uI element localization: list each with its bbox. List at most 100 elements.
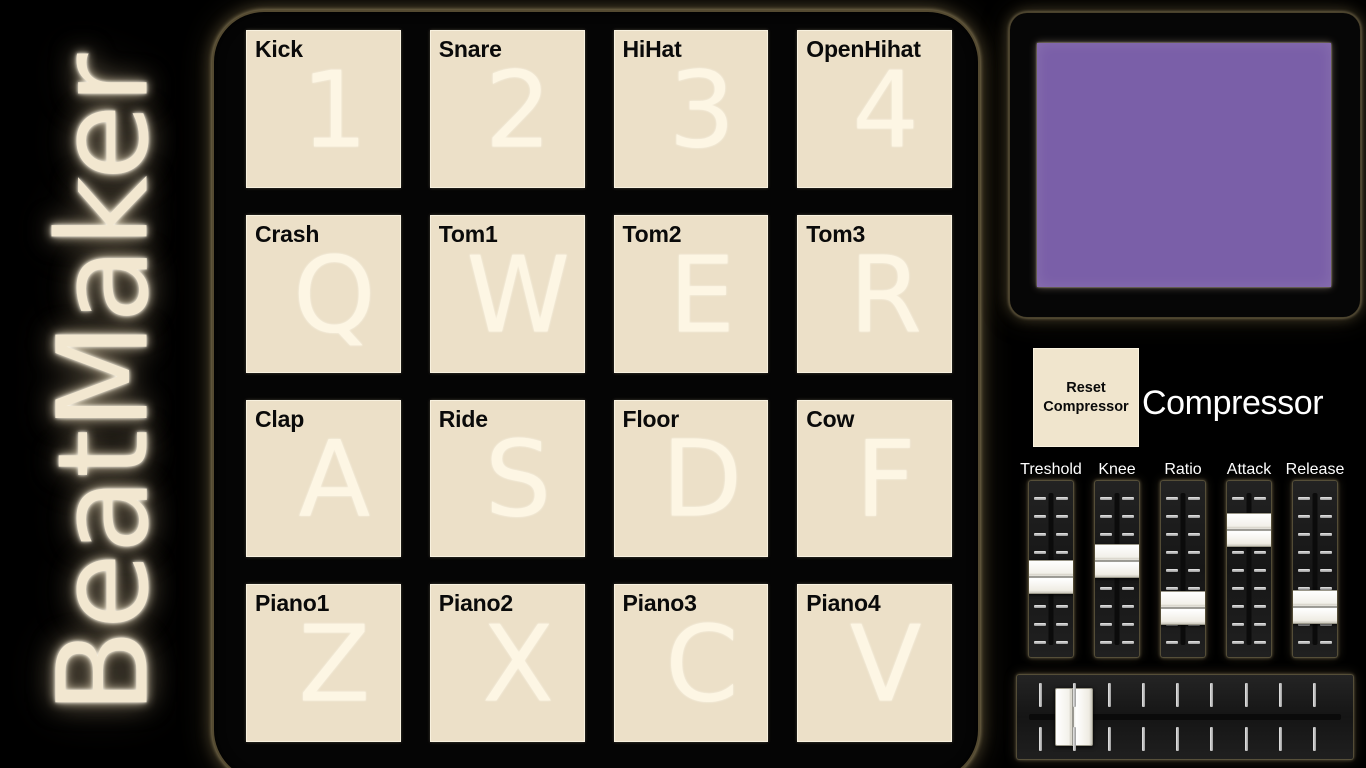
pad-piano3[interactable]: Piano3 C xyxy=(613,584,769,742)
master-slider-tick xyxy=(1210,683,1214,707)
pad-label: Cow xyxy=(806,405,855,432)
pad-snare[interactable]: Snare 2 xyxy=(429,30,585,188)
slider-tick xyxy=(1166,515,1178,518)
pad-cow[interactable]: Cow F xyxy=(797,399,952,558)
pad-key: S xyxy=(484,419,552,542)
pad-kick[interactable]: Kick 1 xyxy=(246,30,401,188)
master-slider-tick xyxy=(1244,727,1248,751)
slider-tick xyxy=(1188,641,1200,644)
slider-label: Treshold xyxy=(1020,461,1082,478)
slider-thumb-ratio[interactable] xyxy=(1161,591,1205,626)
pad-tom3[interactable]: Tom3 R xyxy=(797,214,952,373)
app-title: BeatMaker xyxy=(0,0,208,768)
slider-tick xyxy=(1034,497,1046,500)
compressor-slider-row: Treshold Knee Ratio Attack Release xyxy=(1018,462,1352,662)
master-volume-slider[interactable] xyxy=(1016,674,1354,760)
slider-cell-ratio: Ratio xyxy=(1150,462,1216,662)
slider-tick xyxy=(1166,641,1178,644)
slider-thumb-release[interactable] xyxy=(1293,589,1337,624)
slider-cell-knee: Knee xyxy=(1084,462,1150,662)
slider-thumb-knee[interactable] xyxy=(1095,544,1139,579)
reset-compressor-line2: Compressor xyxy=(1043,398,1129,415)
slider-tick xyxy=(1188,569,1200,572)
slider-tick xyxy=(1100,533,1112,536)
slider-cell-release: Release xyxy=(1282,462,1348,662)
master-slider-tick xyxy=(1210,727,1214,751)
reset-compressor-line1: Reset xyxy=(1066,379,1106,396)
pad-crash[interactable]: Crash Q xyxy=(246,214,401,373)
pad-key: 4 xyxy=(852,49,920,172)
slider-label: Ratio xyxy=(1164,461,1202,478)
pad-key: Q xyxy=(293,234,376,357)
pad-label: Kick xyxy=(255,36,303,62)
pad-key: Z xyxy=(298,603,371,726)
slider-tick xyxy=(1034,515,1046,518)
slider-cell-attack: Attack xyxy=(1216,462,1282,662)
pad-label: Ride xyxy=(438,405,488,432)
pad-label: Clap xyxy=(255,405,305,432)
master-slider-tick xyxy=(1141,683,1145,707)
beatmaker-app: BeatMaker Kick 1 Snare 2 HiHat 3 OpenHihat 4 Cra… xyxy=(0,0,1366,768)
pad-tom1[interactable]: Tom1 W xyxy=(429,214,585,373)
right-column: Reset Compressor Compressor Treshold Knee… xyxy=(1004,0,1366,768)
slider-release[interactable] xyxy=(1292,480,1338,658)
slider-tick xyxy=(1254,605,1266,608)
pad-key: C xyxy=(665,603,739,726)
pad-key: D xyxy=(661,419,743,542)
slider-tick xyxy=(1254,623,1266,626)
slider-thumb-attack[interactable] xyxy=(1227,513,1271,548)
slider-tick xyxy=(1298,533,1310,536)
slider-tick xyxy=(1188,551,1200,554)
slider-tick xyxy=(1100,587,1112,590)
slider-ratio[interactable] xyxy=(1160,480,1206,658)
master-slider-tick xyxy=(1278,683,1282,707)
pad-panel: Kick 1 Snare 2 HiHat 3 OpenHihat 4 Crash Q Tom1 W To… xyxy=(212,10,980,768)
pad-piano2[interactable]: Piano2 X xyxy=(429,584,585,742)
slider-tick xyxy=(1320,641,1332,644)
slider-tick xyxy=(1100,497,1112,500)
slider-tick xyxy=(1166,569,1178,572)
slider-tick xyxy=(1122,605,1134,608)
pad-key: A xyxy=(298,419,371,542)
slider-tick xyxy=(1100,605,1112,608)
slider-tick xyxy=(1034,533,1046,536)
master-slider-tick xyxy=(1141,727,1145,751)
slider-tick xyxy=(1122,497,1134,500)
visualizer-display[interactable] xyxy=(1037,43,1331,287)
slider-tick xyxy=(1298,641,1310,644)
pad-key: X xyxy=(482,603,555,726)
slider-treshold[interactable] xyxy=(1028,480,1074,658)
slider-thumb-treshold[interactable] xyxy=(1029,560,1073,595)
pad-tom2[interactable]: Tom2 E xyxy=(613,214,769,373)
pad-key: F xyxy=(855,419,916,542)
slider-tick xyxy=(1122,587,1134,590)
pad-ride[interactable]: Ride S xyxy=(429,399,585,558)
pad-piano1[interactable]: Piano1 Z xyxy=(246,584,401,742)
pad-hihat[interactable]: HiHat 3 xyxy=(613,30,769,188)
master-slider-tick xyxy=(1039,683,1042,707)
reset-compressor-button[interactable]: Reset Compressor xyxy=(1033,348,1139,447)
pad-key: 3 xyxy=(668,49,736,172)
slider-tick xyxy=(1232,551,1244,554)
pad-floor[interactable]: Floor D xyxy=(613,399,769,558)
slider-tick xyxy=(1188,587,1200,590)
slider-attack[interactable] xyxy=(1226,480,1272,658)
pad-key: V xyxy=(849,603,922,726)
slider-tick xyxy=(1166,551,1178,554)
pad-key: E xyxy=(668,234,736,357)
pad-openhihat[interactable]: OpenHihat 4 xyxy=(797,30,952,188)
pad-clap[interactable]: Clap A xyxy=(246,399,401,558)
slider-tick xyxy=(1320,515,1332,518)
slider-tick xyxy=(1056,533,1068,536)
master-slider-tick xyxy=(1073,683,1077,707)
slider-knee[interactable] xyxy=(1094,480,1140,658)
slider-label: Knee xyxy=(1098,461,1136,478)
slider-tick xyxy=(1320,533,1332,536)
master-slider-tick xyxy=(1107,727,1111,751)
slider-tick xyxy=(1232,623,1244,626)
slider-tick xyxy=(1254,551,1266,554)
slider-tick xyxy=(1254,569,1266,572)
slider-tick xyxy=(1034,623,1046,626)
pad-key: W xyxy=(466,234,571,357)
pad-piano4[interactable]: Piano4 V xyxy=(797,584,952,742)
